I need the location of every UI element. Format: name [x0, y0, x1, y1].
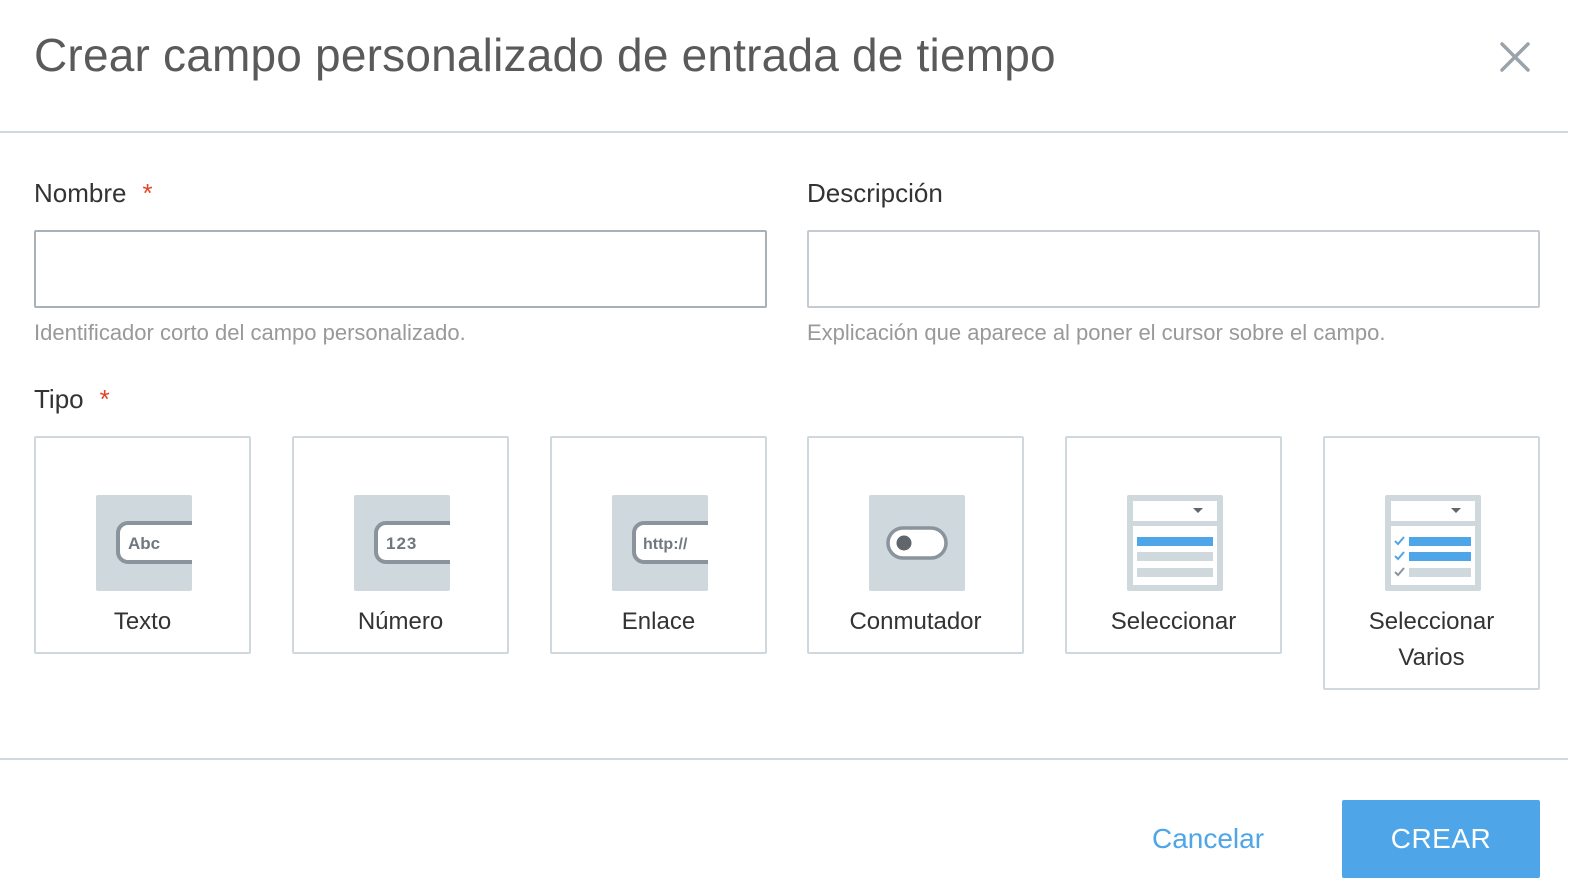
type-option-text[interactable]: Abc Texto [34, 436, 251, 654]
link-field-icon: http:// [612, 495, 708, 591]
link-icon-label: http:// [643, 536, 688, 553]
type-required-mark: * [99, 384, 110, 414]
description-hint: Explicación que aparece al poner el curs… [807, 320, 1386, 345]
type-option-label: Número [357, 608, 444, 635]
type-option-link[interactable]: http:// Enlace [550, 436, 767, 654]
type-option-number[interactable]: 123 Número [292, 436, 509, 654]
description-label-text: Descripción [807, 178, 943, 208]
cancel-button[interactable]: Cancelar [1130, 818, 1286, 860]
name-input[interactable] [34, 230, 767, 308]
create-button[interactable]: CREAR [1342, 800, 1540, 878]
create-custom-field-dialog: Crear campo personalizado de entrada de … [0, 0, 1578, 896]
multi-select-icon [1385, 495, 1481, 591]
type-option-label: Seleccionar [1110, 608, 1237, 635]
type-option-multi-select[interactable]: Seleccionar Varios [1323, 436, 1540, 690]
type-option-label: Conmutador [849, 608, 982, 635]
dialog-title: Crear campo personalizado de entrada de … [34, 29, 1056, 81]
close-button[interactable] [1492, 34, 1538, 80]
number-icon-label: 123 [386, 534, 417, 553]
text-field-icon: Abc [96, 495, 192, 591]
type-option-label: Texto [113, 608, 172, 635]
type-option-toggle[interactable]: Conmutador [807, 436, 1024, 654]
name-hint: Identificador corto del campo personaliz… [34, 320, 466, 345]
name-label-text: Nombre [34, 178, 127, 208]
type-option-label: Enlace [621, 608, 696, 635]
dialog-header: Crear campo personalizado de entrada de … [0, 0, 1568, 133]
type-label-text: Tipo [34, 384, 84, 414]
name-required-mark: * [142, 178, 153, 208]
footer-divider [0, 758, 1568, 760]
description-field-label: Descripción [807, 178, 943, 209]
dropdown-select-icon [1127, 495, 1223, 591]
number-field-icon: 123 [354, 495, 450, 591]
description-input[interactable] [807, 230, 1540, 308]
name-field-label: Nombre * [34, 178, 153, 209]
type-option-select[interactable]: Seleccionar [1065, 436, 1282, 654]
toggle-switch-icon [869, 495, 965, 591]
type-field-label: Tipo * [34, 384, 110, 415]
close-icon [1500, 42, 1530, 72]
text-icon-label: Abc [128, 534, 160, 553]
type-option-label: Seleccionar Varios [1368, 608, 1495, 671]
